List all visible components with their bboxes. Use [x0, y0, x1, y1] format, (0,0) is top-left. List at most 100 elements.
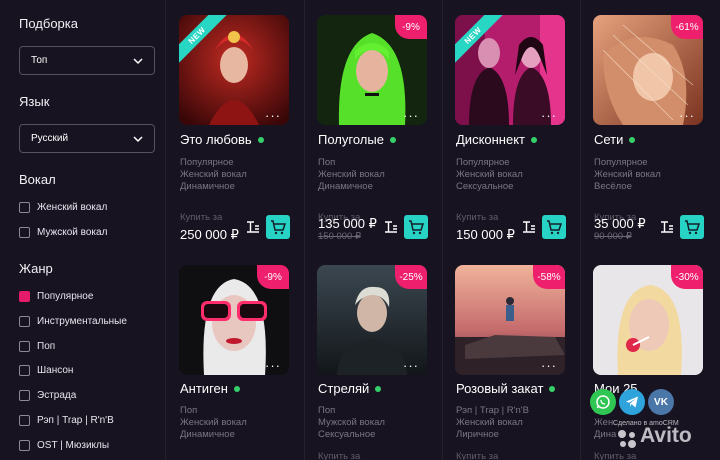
genre-option-instrumental[interactable]: Инструментальные — [19, 316, 127, 327]
online-dot-icon — [233, 385, 240, 392]
online-dot-icon — [257, 136, 264, 143]
option-label: Женский вокал — [37, 202, 108, 213]
track-tag: Популярное — [180, 157, 234, 168]
track-title: Это любовь — [180, 132, 252, 147]
track-tag: Поп — [318, 157, 336, 168]
online-dot-icon — [629, 136, 636, 143]
track-tag: Весёлое — [594, 181, 632, 192]
vk-share-button[interactable]: VK — [648, 389, 674, 415]
track-cover[interactable]: -25% ··· — [317, 265, 427, 375]
track-tag: Популярное — [456, 157, 510, 168]
checkbox[interactable] — [19, 390, 30, 401]
language-dropdown[interactable]: Русский — [19, 124, 155, 153]
price: 135 000 ₽ — [318, 216, 377, 231]
discount-badge: -58% — [533, 265, 565, 289]
buy-label: Купить за — [318, 451, 361, 460]
column-divider — [442, 0, 443, 460]
avito-watermark: Avito — [640, 424, 692, 447]
more-options-icon[interactable]: ··· — [403, 108, 419, 123]
more-options-icon[interactable]: ··· — [265, 108, 281, 123]
track-tag: Поп — [180, 405, 198, 416]
new-ribbon: NEW — [179, 15, 239, 75]
selection-title: Подборка — [19, 16, 78, 31]
selection-value: Топ — [31, 55, 48, 66]
vocal-option-male[interactable]: Мужской вокал — [19, 227, 107, 238]
track-cover[interactable]: -9% ··· — [179, 265, 289, 375]
track-tag: Динамичное — [180, 429, 235, 440]
genre-option-chanson[interactable]: Шансон — [19, 365, 73, 376]
track-tag: Динамичное — [180, 181, 235, 192]
column-divider — [580, 0, 581, 460]
checkbox[interactable] — [19, 202, 30, 213]
track-tag: Лиричное — [456, 429, 499, 440]
add-to-cart-button[interactable] — [680, 215, 704, 239]
genre-option-estrada[interactable]: Эстрада — [19, 390, 76, 401]
genre-option-pop[interactable]: Поп — [19, 341, 55, 352]
genre-option-popular[interactable]: Популярное — [19, 291, 93, 302]
option-label: Популярное — [37, 291, 94, 302]
new-ribbon: NEW — [455, 15, 515, 75]
vocal-option-female[interactable]: Женский вокал — [19, 202, 107, 213]
buy-label: Купить за — [456, 212, 499, 223]
track-tag: Женский вокал — [594, 169, 661, 180]
checkbox[interactable] — [19, 440, 30, 451]
more-options-icon[interactable]: ··· — [541, 108, 557, 123]
track-tag: Дина — [594, 429, 617, 440]
track-tag: Рэп | Trap | R'n'B — [456, 405, 529, 416]
option-label: OST | Мюзиклы — [37, 440, 110, 451]
telegram-share-button[interactable] — [619, 389, 645, 415]
checkbox[interactable] — [19, 365, 30, 376]
more-options-icon[interactable]: ··· — [265, 358, 281, 373]
more-options-icon[interactable]: ··· — [679, 108, 695, 123]
checkbox[interactable] — [19, 415, 30, 426]
text-lyrics-icon[interactable] — [385, 221, 397, 233]
track-title: Стреляй — [318, 381, 370, 396]
whatsapp-share-button[interactable] — [590, 389, 616, 415]
text-lyrics-icon[interactable] — [661, 221, 673, 233]
add-to-cart-button[interactable] — [266, 215, 290, 239]
avito-logo-icon — [618, 430, 636, 448]
more-options-icon[interactable]: ··· — [403, 358, 419, 373]
option-label: Шансон — [37, 365, 74, 376]
cart-icon — [547, 220, 562, 235]
genre-option-rap[interactable]: Рэп | Trap | R'n'B — [19, 415, 114, 426]
whatsapp-icon — [596, 395, 610, 409]
track-cover[interactable]: -58% ··· — [455, 265, 565, 375]
more-options-icon[interactable]: ··· — [541, 358, 557, 373]
genre-title: Жанр — [19, 261, 53, 276]
add-to-cart-button[interactable] — [404, 215, 428, 239]
buy-label: Купить за — [456, 451, 499, 460]
option-label: Мужской вокал — [37, 227, 108, 238]
column-divider — [165, 0, 166, 460]
track-cover[interactable]: -61% ··· — [593, 15, 703, 125]
online-dot-icon — [549, 385, 556, 392]
track-cover[interactable]: NEW ··· — [179, 15, 289, 125]
text-lyrics-icon[interactable] — [247, 221, 259, 233]
add-to-cart-button[interactable] — [542, 215, 566, 239]
price: 35 000 ₽ — [594, 216, 646, 231]
checkbox[interactable] — [19, 316, 30, 327]
price: 250 000 ₽ — [180, 227, 239, 242]
cart-icon — [685, 220, 700, 235]
option-label: Инструментальные — [37, 316, 127, 327]
chevron-down-icon — [133, 58, 143, 65]
online-dot-icon — [389, 136, 396, 143]
checkbox[interactable] — [19, 341, 30, 352]
track-tag: Популярное — [594, 157, 648, 168]
old-price: 90 000 ₽ — [594, 231, 632, 242]
discount-badge: -9% — [395, 15, 427, 39]
track-title: Дисконнект — [456, 132, 526, 147]
text-lyrics-icon[interactable] — [523, 221, 535, 233]
vocal-title: Вокал — [19, 172, 56, 187]
checkbox-checked[interactable] — [19, 291, 30, 302]
track-title-row: Стреляй — [318, 381, 382, 396]
checkbox[interactable] — [19, 227, 30, 238]
track-cover[interactable]: NEW ··· — [455, 15, 565, 125]
language-title: Язык — [19, 94, 50, 109]
track-cover[interactable]: -30% — [593, 265, 703, 375]
selection-dropdown[interactable]: Топ — [19, 46, 155, 75]
track-cover[interactable]: -9% ··· — [317, 15, 427, 125]
genre-option-ost[interactable]: OST | Мюзиклы — [19, 440, 109, 451]
track-tag: Женский вокал — [180, 417, 247, 428]
discount-badge: -61% — [671, 15, 703, 39]
